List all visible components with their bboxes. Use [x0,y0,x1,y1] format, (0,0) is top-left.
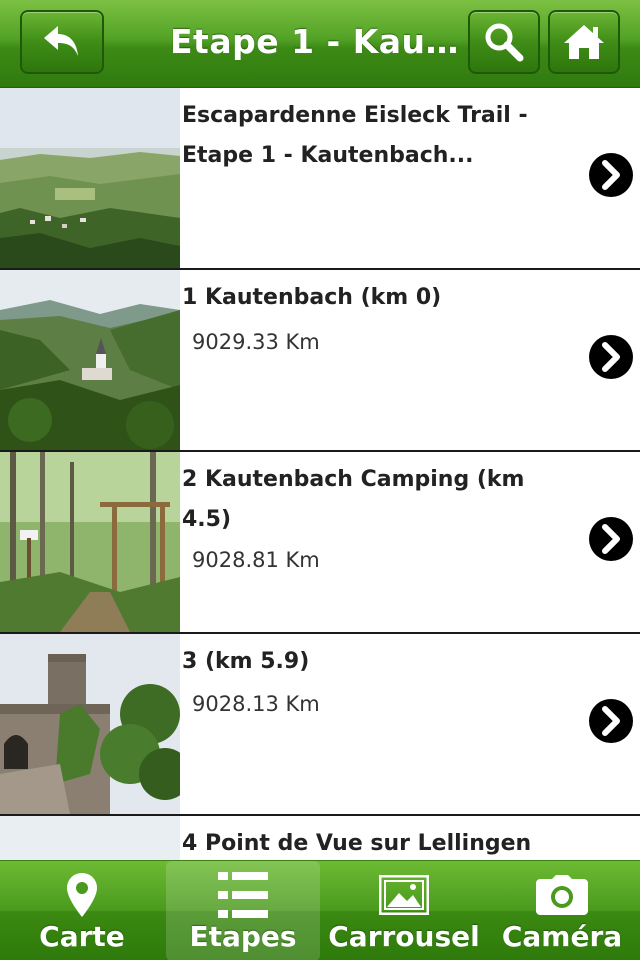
castle-ruin-photo [0,634,180,814]
list-item[interactable]: 2 Kautenbach Camping (km 4.5) 9028.81 Km [0,452,640,634]
tab-carrousel[interactable]: Carrousel [324,861,484,960]
chevron-right-icon[interactable] [588,516,634,562]
gallery-icon [379,875,429,915]
forest-trail-photo [0,452,180,632]
chevron-right-icon[interactable] [588,698,634,744]
search-button[interactable] [468,10,540,74]
tab-label: Carte [39,920,125,953]
viewpoint-photo [0,816,180,860]
list-item-title: 1 Kautenbach (km 0) [182,285,442,310]
tab-bar: Carte Etapes Carrousel Caméra [0,860,640,960]
list-icon [218,872,268,918]
tab-carte[interactable]: Carte [0,861,164,960]
chevron-right-icon[interactable] [588,152,634,198]
stage-list: Escapardenne Eisleck Trail - Etape 1 - K… [0,88,640,860]
back-button[interactable] [20,10,104,74]
search-icon [485,23,524,62]
home-button[interactable] [548,10,620,74]
list-item-title: 3 (km 5.9) [182,649,310,674]
navigation-bar: Etape 1 - Kaut... [0,0,640,88]
village-church-photo [0,270,180,450]
tab-label: Etapes [189,920,297,953]
page-title: Etape 1 - Kaut... [170,22,462,61]
camera-icon [536,875,588,915]
tab-etapes[interactable]: Etapes [166,861,320,960]
list-item[interactable]: Escapardenne Eisleck Trail - Etape 1 - K… [0,88,640,270]
landscape-valley-photo [0,88,180,268]
list-item-title: 4 Point de Vue sur Lellingen et [182,831,532,856]
map-pin-icon [67,873,97,917]
tab-label: Carrousel [328,920,480,953]
app-screen: Etape 1 - Kaut... Escapardenne Eisleck T… [0,0,640,960]
list-item-distance: 9029.33 Km [192,330,320,354]
list-item-distance: 9028.81 Km [192,548,320,572]
tab-label: Caméra [501,920,623,953]
list-item-distance: 9028.13 Km [192,692,320,716]
back-arrow-icon [44,26,78,56]
list-item[interactable]: 4 Point de Vue sur Lellingen et [0,816,640,860]
list-item-title: Escapardenne Eisleck Trail - Etape 1 - K… [182,103,528,168]
home-icon [564,25,604,59]
list-item[interactable]: 1 Kautenbach (km 0) 9029.33 Km [0,270,640,452]
list-item-title: 2 Kautenbach Camping (km 4.5) [182,467,525,532]
tab-camera[interactable]: Caméra [484,861,640,960]
list-item[interactable]: 3 (km 5.9) 9028.13 Km [0,634,640,816]
chevron-right-icon[interactable] [588,334,634,380]
